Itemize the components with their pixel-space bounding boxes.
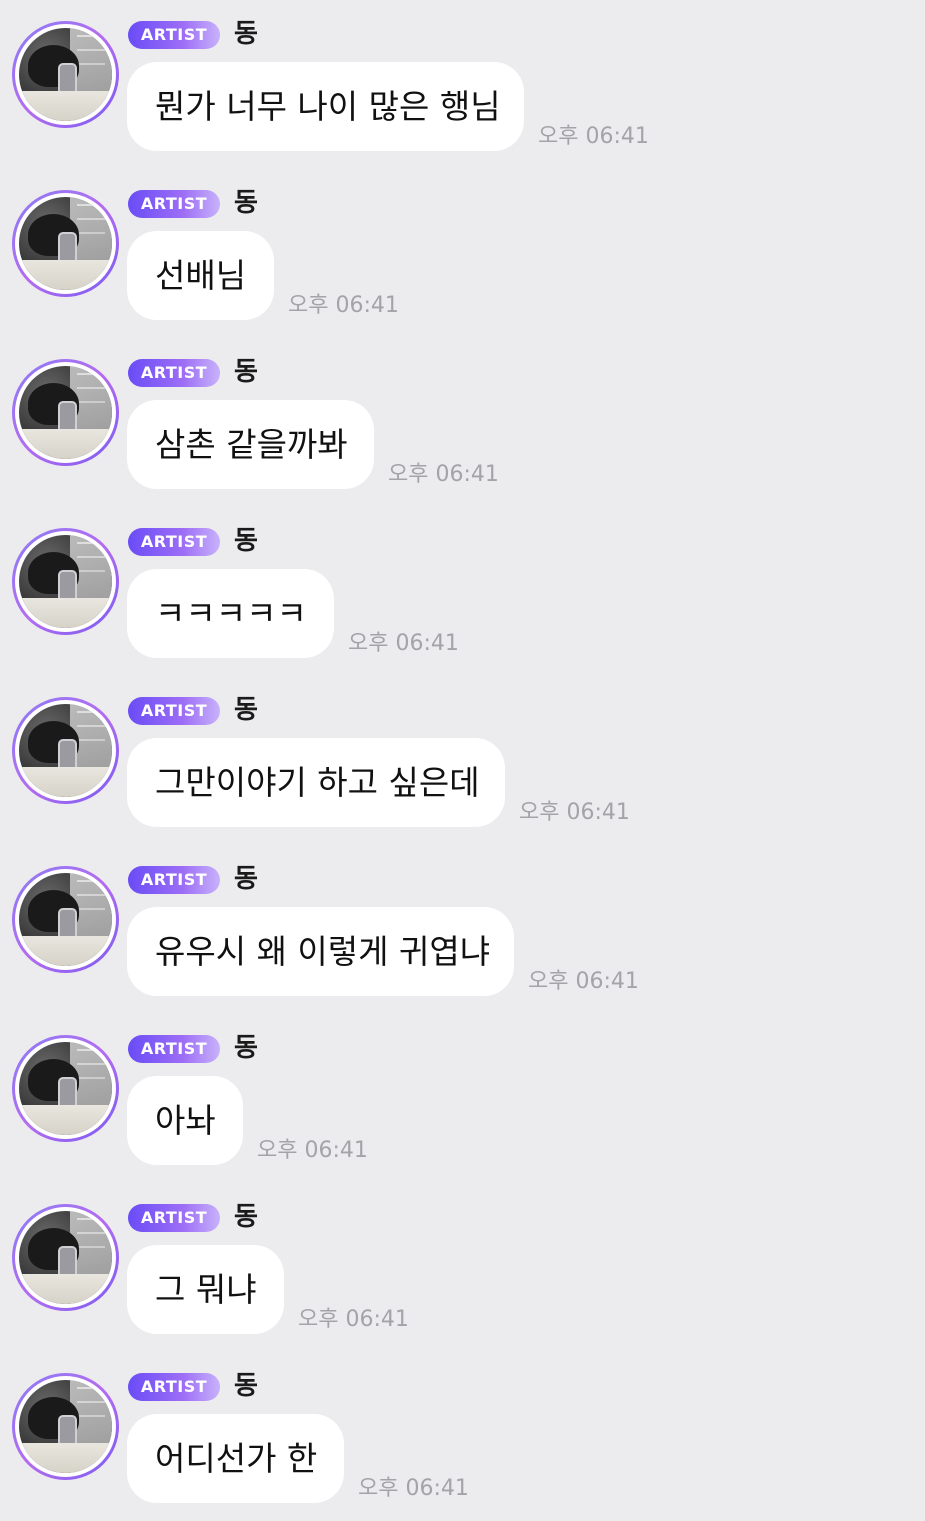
- profile-photo-icon: [19, 1380, 112, 1473]
- message-timestamp: 오후 06:41: [519, 800, 630, 825]
- profile-photo-icon: [19, 1211, 112, 1304]
- message-timestamp: 오후 06:41: [358, 1476, 469, 1501]
- sender-avatar[interactable]: [12, 190, 119, 297]
- profile-photo-icon: [19, 366, 112, 459]
- message-bubble[interactable]: 유우시 왜 이렇게 귀엽냐: [127, 907, 514, 996]
- sender-name: 동: [234, 695, 258, 725]
- sender-name: 동: [234, 357, 258, 387]
- message-timestamp: 오후 06:41: [538, 124, 649, 149]
- chat-message: ARTIST 동 유우시 왜 이렇게 귀엽냐 오후 06:41: [0, 845, 925, 1014]
- artist-badge: ARTIST: [128, 21, 220, 49]
- message-bubble[interactable]: ㅋㅋㅋㅋㅋ: [127, 569, 334, 658]
- chat-message-list[interactable]: ARTIST 동 뭔가 너무 나이 많은 행님 오후 06:41 ARTIST …: [0, 0, 925, 1512]
- profile-photo-icon: [19, 535, 112, 628]
- sender-name: 동: [234, 1033, 258, 1063]
- artist-badge: ARTIST: [128, 1035, 220, 1063]
- chat-message: ARTIST 동 선배님 오후 06:41: [0, 169, 925, 338]
- artist-badge: ARTIST: [128, 528, 220, 556]
- sender-avatar[interactable]: [12, 359, 119, 466]
- sender-avatar[interactable]: [12, 697, 119, 804]
- message-bubble[interactable]: 선배님: [127, 231, 274, 320]
- message-bubble[interactable]: 삼촌 같을까봐: [127, 400, 374, 489]
- sender-avatar[interactable]: [12, 866, 119, 973]
- chat-message: ARTIST 동 ㅋㅋㅋㅋㅋ 오후 06:41: [0, 507, 925, 676]
- sender-name: 동: [234, 19, 258, 49]
- sender-avatar[interactable]: [12, 1373, 119, 1480]
- message-timestamp: 오후 06:41: [298, 1307, 409, 1332]
- sender-name: 동: [234, 864, 258, 894]
- artist-badge: ARTIST: [128, 359, 220, 387]
- artist-badge: ARTIST: [128, 697, 220, 725]
- profile-photo-icon: [19, 873, 112, 966]
- sender-name: 동: [234, 1371, 258, 1401]
- message-timestamp: 오후 06:41: [528, 969, 639, 994]
- sender-avatar[interactable]: [12, 1204, 119, 1311]
- chat-message: ARTIST 동 그 뭐냐 오후 06:41: [0, 1183, 925, 1352]
- chat-message: ARTIST 동 뭔가 너무 나이 많은 행님 오후 06:41: [0, 0, 925, 169]
- profile-photo-icon: [19, 28, 112, 121]
- chat-message: ARTIST 동 삼촌 같을까봐 오후 06:41: [0, 338, 925, 507]
- sender-name: 동: [234, 526, 258, 556]
- message-bubble[interactable]: 어디선가 한: [127, 1414, 344, 1503]
- profile-photo-icon: [19, 197, 112, 290]
- sender-name: 동: [234, 1202, 258, 1232]
- message-bubble[interactable]: 뭔가 너무 나이 많은 행님: [127, 62, 524, 151]
- sender-avatar[interactable]: [12, 1035, 119, 1142]
- message-timestamp: 오후 06:41: [288, 293, 399, 318]
- chat-message: ARTIST 동 그만이야기 하고 싶은데 오후 06:41: [0, 676, 925, 845]
- message-timestamp: 오후 06:41: [348, 631, 459, 656]
- sender-avatar[interactable]: [12, 21, 119, 128]
- message-bubble[interactable]: 그 뭐냐: [127, 1245, 284, 1334]
- artist-badge: ARTIST: [128, 190, 220, 218]
- message-timestamp: 오후 06:41: [257, 1138, 368, 1163]
- profile-photo-icon: [19, 704, 112, 797]
- artist-badge: ARTIST: [128, 1204, 220, 1232]
- chat-message: ARTIST 동 아놔 오후 06:41: [0, 1014, 925, 1183]
- artist-badge: ARTIST: [128, 1373, 220, 1401]
- profile-photo-icon: [19, 1042, 112, 1135]
- sender-avatar[interactable]: [12, 528, 119, 635]
- chat-message: ARTIST 동 어디선가 한 오후 06:41: [0, 1352, 925, 1521]
- artist-badge: ARTIST: [128, 866, 220, 894]
- message-bubble[interactable]: 아놔: [127, 1076, 243, 1165]
- message-timestamp: 오후 06:41: [388, 462, 499, 487]
- sender-name: 동: [234, 188, 258, 218]
- message-bubble[interactable]: 그만이야기 하고 싶은데: [127, 738, 505, 827]
